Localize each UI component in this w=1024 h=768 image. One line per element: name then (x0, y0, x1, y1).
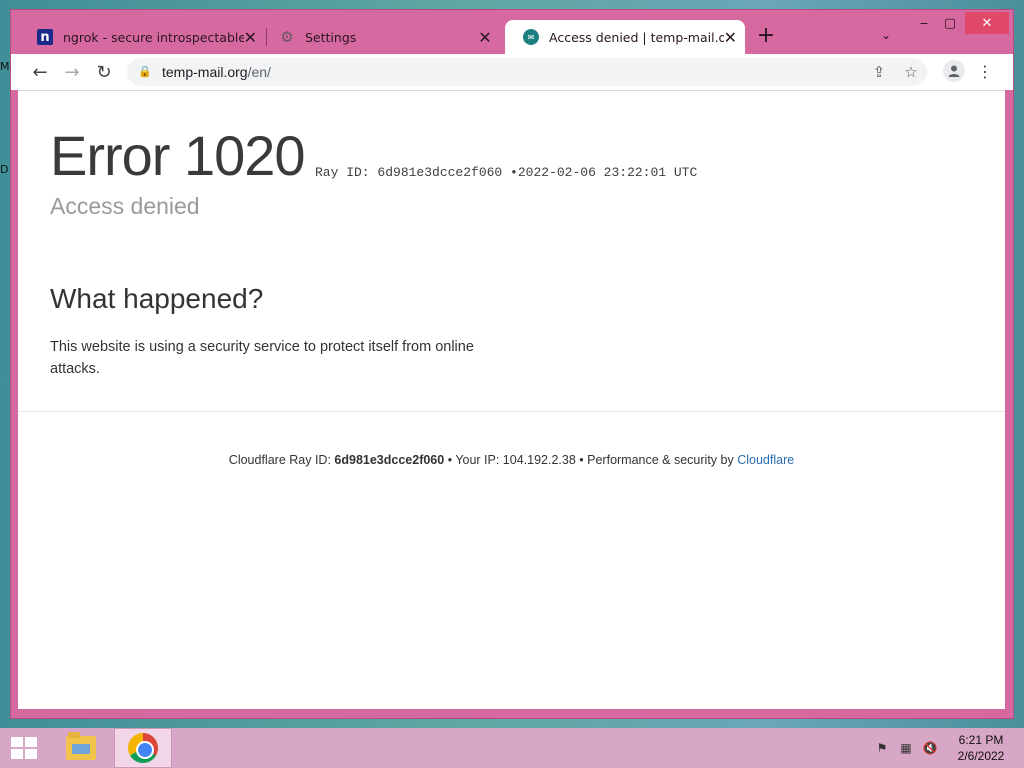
cloudflare-link[interactable]: Cloudflare (737, 453, 794, 467)
close-tab-icon[interactable]: ✕ (724, 27, 737, 47)
url-text: temp-mail.org/en/ (162, 64, 271, 80)
error-subtitle: Access denied (50, 193, 200, 219)
taskbar: ⚑ ▦ 🔇 6:21 PM 2/6/2022 (0, 728, 1024, 768)
chrome-icon (128, 733, 158, 763)
section-heading: What happened? (50, 283, 264, 314)
error-title: Error 1020 (50, 124, 306, 187)
url-path: /en/ (247, 64, 271, 80)
explanation-text: This website is using a security service… (50, 339, 474, 377)
chrome-taskbar-button[interactable] (114, 728, 172, 768)
footer-perf: Performance & security by (587, 453, 734, 467)
menu-kebab-icon[interactable]: ⋮ (977, 60, 993, 82)
address-bar[interactable]: 🔒 temp-mail.org/en/ ⇪ ☆ (127, 58, 927, 86)
start-button[interactable] (6, 728, 42, 768)
tab-strip: n ngrok - secure introspectable tunnels … (11, 10, 1013, 54)
volume-muted-icon[interactable]: 🔇 (922, 740, 938, 756)
ngrok-logo-icon: n (37, 29, 53, 45)
ray-id: Ray ID: 6d981e3dcce2f060 (315, 165, 503, 180)
tab-ngrok[interactable]: n ngrok - secure introspectable tunnels … (19, 20, 265, 54)
bookmark-star-icon[interactable]: ☆ (901, 62, 921, 82)
divider (18, 411, 1005, 412)
cloudflare-footer: Cloudflare Ray ID: 6d981e3dcce2f060 • Yo… (18, 453, 1005, 467)
ray-separator: • (510, 165, 518, 180)
clock-time: 6:21 PM (958, 733, 1004, 747)
footer-ray-prefix: Cloudflare Ray ID: (228, 453, 331, 467)
close-tab-icon[interactable]: ✕ (244, 27, 257, 47)
folder-icon (66, 732, 96, 760)
clock-date: 2/6/2022 (957, 749, 1005, 763)
close-tab-icon[interactable]: ✕ (475, 27, 495, 47)
forward-button[interactable]: → (59, 60, 85, 84)
ray-id-line: Ray ID: 6d981e3dcce2f060 •2022-02-06 23:… (315, 165, 697, 180)
desktop-icon-fragment: M (0, 60, 10, 73)
tab-search-button[interactable]: ⌄ (877, 28, 895, 46)
footer-ray-id: 6d981e3dcce2f060 (334, 453, 445, 467)
error-timestamp: 2022-02-06 23:22:01 UTC (517, 165, 698, 180)
back-button[interactable]: ← (27, 60, 53, 84)
reload-button[interactable]: ↻ (91, 60, 117, 84)
url-host: temp-mail.org (162, 64, 248, 80)
lock-icon[interactable]: 🔒 (138, 65, 152, 79)
browser-toolbar: ← → ↻ 🔒 temp-mail.org/en/ ⇪ ☆ (11, 54, 1013, 90)
profile-avatar-icon[interactable] (943, 60, 965, 82)
close-window-button[interactable]: ✕ (965, 12, 1009, 34)
share-icon[interactable]: ⇪ (869, 62, 889, 82)
tab-access-denied[interactable]: ✉ Access denied | temp-mail.org used Clo… (505, 20, 745, 54)
maximize-button[interactable]: ▢ (935, 12, 965, 34)
windows-logo-icon (11, 737, 37, 759)
file-explorer-button[interactable] (60, 728, 102, 768)
tab-settings[interactable]: ⚙ Settings ✕ (261, 20, 503, 54)
desktop-icon-fragment: D (0, 163, 9, 176)
footer-ip: • Your IP: 104.192.2.38 • (447, 453, 584, 467)
tab-title: Settings (305, 29, 357, 45)
tab-title: Access denied | temp-mail.org used Cloud… (549, 29, 724, 45)
temp-mail-logo-icon: ✉ (523, 29, 539, 45)
tab-title: ngrok - secure introspectable tunnels to… (63, 29, 244, 45)
action-center-flag-icon[interactable]: ⚑ (874, 740, 890, 756)
clock[interactable]: 6:21 PM 2/6/2022 (946, 732, 1016, 764)
page-content: Error 1020 Ray ID: 6d981e3dcce2f060 •202… (18, 90, 1005, 709)
new-tab-button[interactable]: + (755, 25, 777, 48)
network-icon[interactable]: ▦ (898, 740, 914, 756)
gear-icon: ⚙ (280, 28, 294, 46)
